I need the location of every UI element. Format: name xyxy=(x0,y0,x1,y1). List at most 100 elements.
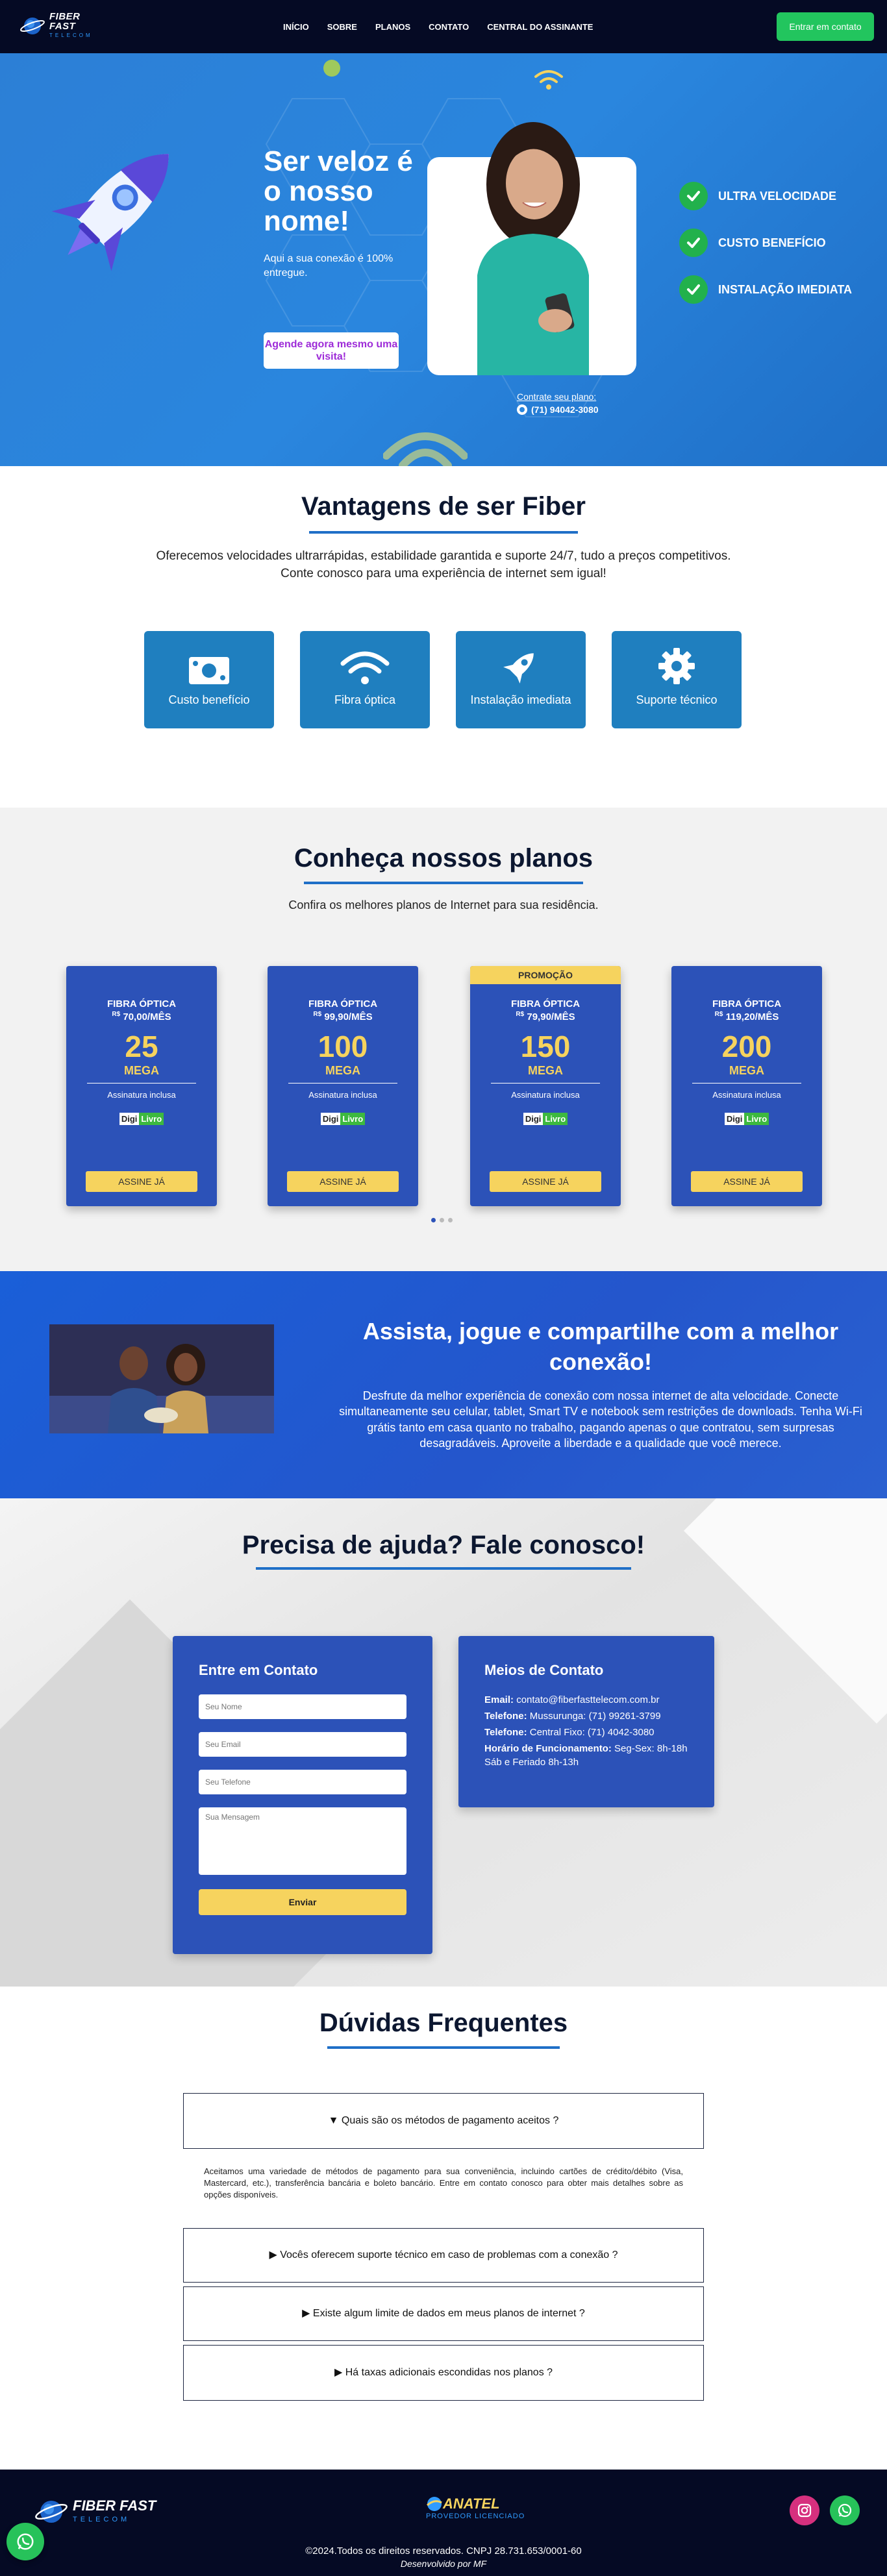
title-underline xyxy=(256,1567,631,1570)
planos-subtitle: Confira os melhores planos de Internet p… xyxy=(288,898,599,911)
plan-unit: MEGA xyxy=(124,1064,159,1077)
contract-phone[interactable]: (71) 94042-3080 xyxy=(531,404,599,417)
footer-logo[interactable]: FIBER FAST TELECOM xyxy=(34,2493,156,2528)
footer-logo-tagline: TELECOM xyxy=(73,2516,131,2523)
title-underline xyxy=(327,2046,560,2049)
nav-menu: INÍCIO SOBRE PLANOS CONTATO CENTRAL DO A… xyxy=(283,0,593,53)
digilivro-logo: Digi Livro xyxy=(316,1109,370,1128)
plan-card-100: FIBRA ÓPTICA R$ 99,90/MÊS 100 MEGA Assin… xyxy=(268,966,418,1206)
faq-answer-1: Aceitamos uma variedade de métodos de pa… xyxy=(204,2166,683,2200)
assine-button[interactable]: ASSINE JÁ xyxy=(86,1171,197,1192)
assine-button[interactable]: ASSINE JÁ xyxy=(691,1171,803,1192)
contact-cta-button[interactable]: Entrar em contato xyxy=(777,12,874,41)
email-input[interactable] xyxy=(199,1732,406,1757)
anatel-badge: ANATEL PROVEDOR LICENCIADO xyxy=(426,2496,525,2520)
plan-divider xyxy=(288,1083,397,1084)
vantagem-card-custo[interactable]: Custo benefício xyxy=(144,631,274,728)
logo-planet-icon xyxy=(19,12,45,38)
nav-link-planos[interactable]: PLANOS xyxy=(375,22,410,32)
send-button[interactable]: Enviar xyxy=(199,1889,406,1915)
wifi-decoration-icon xyxy=(534,70,563,90)
hero-features-list: ULTRA VELOCIDADE CUSTO BENEFÍCIO INSTALA… xyxy=(679,180,852,321)
plan-card-25: FIBRA ÓPTICA R$ 70,00/MÊS 25 MEGA Assina… xyxy=(66,966,217,1206)
plan-speed: 25 xyxy=(125,1030,158,1063)
message-textarea[interactable] xyxy=(199,1807,406,1875)
name-input[interactable] xyxy=(199,1694,406,1719)
plan-price: R$ 119,20/MÊS xyxy=(714,1011,779,1022)
info-hours: Horário de Funcionamento: Seg-Sex: 8h-18… xyxy=(484,1743,688,1768)
vantagem-label: Custo benefício xyxy=(168,693,250,706)
plan-unit: MEGA xyxy=(528,1064,563,1077)
contact-form: Entre em Contato Enviar xyxy=(173,1636,432,1954)
footer-copyright: ©2024.Todos os direitos reservados. CNPJ… xyxy=(0,2545,887,2570)
nav-link-inicio[interactable]: INÍCIO xyxy=(283,22,309,32)
check-icon xyxy=(679,275,708,304)
logo-tagline: TELECOM xyxy=(49,32,93,38)
logo[interactable]: FIBER FAST TELECOM xyxy=(19,10,104,39)
navbar: FIBER FAST TELECOM INÍCIO SOBRE PLANOS C… xyxy=(0,0,887,53)
plan-extra: Assinatura inclusa xyxy=(308,1090,377,1100)
carousel-dot[interactable] xyxy=(431,1218,436,1222)
plan-unit: MEGA xyxy=(729,1064,764,1077)
wifi-bottom-decoration-icon xyxy=(383,432,468,466)
plan-extra: Assinatura inclusa xyxy=(107,1090,176,1100)
phone-input[interactable] xyxy=(199,1770,406,1794)
vantagem-label: Suporte técnico xyxy=(636,693,718,706)
check-icon xyxy=(679,182,708,210)
whatsapp-float-icon xyxy=(17,2533,34,2550)
plan-type: FIBRA ÓPTICA xyxy=(712,998,782,1009)
assine-button[interactable]: ASSINE JÁ xyxy=(490,1171,601,1192)
faq-question-2[interactable]: ▶ Vocês oferecem suporte técnico em caso… xyxy=(183,2228,704,2283)
faq-title: Dúvidas Frequentes xyxy=(319,2009,568,2037)
footer-logo-name: FIBER FAST xyxy=(73,2497,156,2514)
carousel-dot[interactable] xyxy=(440,1218,444,1222)
plan-type: FIBRA ÓPTICA xyxy=(106,998,177,1009)
plan-price: R$ 70,00/MÊS xyxy=(112,1011,171,1022)
form-title: Entre em Contato xyxy=(199,1662,318,1678)
title-underline xyxy=(304,882,583,884)
anatel-globe-icon xyxy=(426,2497,442,2511)
plan-speed: 100 xyxy=(318,1030,368,1063)
assista-section: Assista, jogue e compartilhe com a melho… xyxy=(0,1271,887,1498)
whatsapp-small-icon xyxy=(517,404,527,415)
info-email: Email: contato@fiberfasttelecom.com.br xyxy=(484,1694,660,1705)
digilivro-logo: Digi Livro xyxy=(518,1109,573,1128)
vantagem-card-instalacao[interactable]: Instalação imediata xyxy=(456,631,586,728)
contract-label[interactable]: Contrate seu plano: xyxy=(517,391,599,404)
nav-link-central[interactable]: CENTRAL DO ASSINANTE xyxy=(487,22,593,32)
vantagem-card-fibra[interactable]: Fibra óptica xyxy=(300,631,430,728)
hero-title: Ser veloz é o nosso nome! xyxy=(264,145,413,238)
whatsapp-icon[interactable] xyxy=(830,2496,860,2525)
plan-speed: 150 xyxy=(520,1030,571,1063)
plan-card-200: FIBRA ÓPTICA R$ 119,20/MÊS 200 MEGA Assi… xyxy=(671,966,822,1206)
faq-question-3[interactable]: ▶ Existe algum limite de dados em meus p… xyxy=(183,2286,704,2341)
dot-decoration xyxy=(323,60,340,77)
schedule-visit-button[interactable]: Agende agora mesmo uma visita! xyxy=(264,332,399,369)
plan-divider xyxy=(692,1083,801,1084)
digilivro-logo: Digi Livro xyxy=(719,1109,774,1128)
contato-title: Precisa de ajuda? Fale conosco! xyxy=(242,1531,645,1559)
feature-label: INSTALAÇÃO IMEDIATA xyxy=(718,282,852,296)
assine-button[interactable]: ASSINE JÁ xyxy=(287,1171,399,1192)
info-title: Meios de Contato xyxy=(484,1662,604,1678)
nav-link-contato[interactable]: CONTATO xyxy=(429,22,469,32)
contact-info-card: Meios de Contato Email: contato@fiberfas… xyxy=(458,1636,714,1807)
nav-link-sobre[interactable]: SOBRE xyxy=(327,22,357,32)
anatel-name: ANATEL xyxy=(443,2496,500,2512)
plan-speed: 200 xyxy=(721,1030,772,1063)
whatsapp-floating-button[interactable] xyxy=(6,2523,44,2560)
vantagens-text-line: Oferecemos velocidades ultrarrápidas, es… xyxy=(156,549,731,563)
hero-subtitle: Aqui a sua conexão é 100% entregue. xyxy=(264,253,394,279)
faq-question-1[interactable]: ▼ Quais são os métodos de pagamento acei… xyxy=(183,2093,704,2149)
carousel-dot[interactable] xyxy=(448,1218,453,1222)
vantagem-card-suporte[interactable]: Suporte técnico xyxy=(612,631,742,728)
vantagens-text-line: Conte conosco para uma experiência de in… xyxy=(281,566,606,580)
faq-question-4[interactable]: ▶ Há taxas adicionais escondidas nos pla… xyxy=(183,2345,704,2401)
title-underline xyxy=(309,531,578,534)
instagram-icon[interactable] xyxy=(790,2496,819,2525)
rocket-icon xyxy=(456,631,586,686)
anatel-tagline: PROVEDOR LICENCIADO xyxy=(426,2512,525,2520)
plan-type: FIBRA ÓPTICA xyxy=(308,998,378,1009)
plan-card-150: PROMOÇÃO FIBRA ÓPTICA R$ 79,90/MÊS 150 M… xyxy=(470,966,621,1206)
contato-section xyxy=(0,1498,887,1987)
